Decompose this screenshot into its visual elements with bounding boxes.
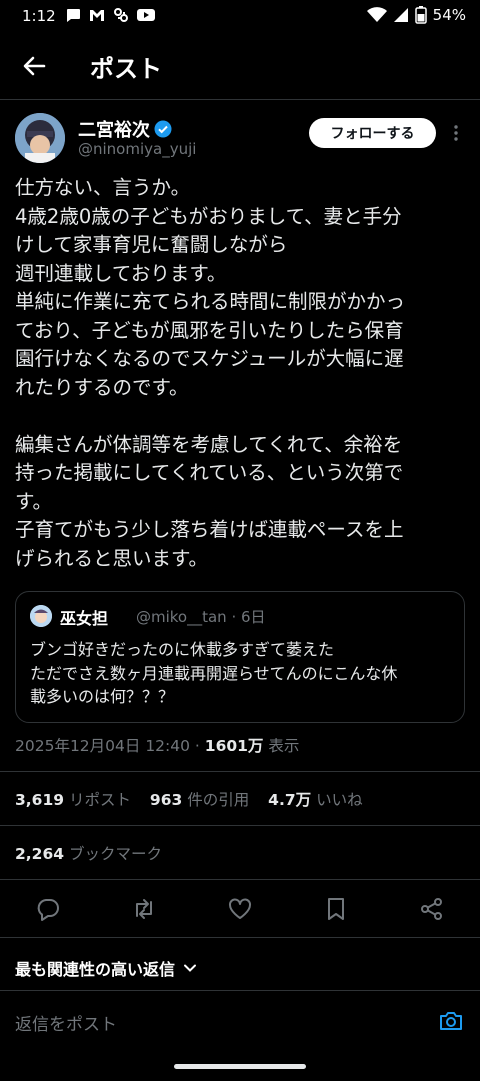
top-bar: ポスト (0, 34, 480, 98)
quote-author-name: 巫女担 (60, 609, 109, 628)
avatar-image (15, 113, 65, 163)
likes-label: いいね (316, 791, 363, 809)
chat-notification-icon (67, 9, 80, 22)
arrow-left-icon (23, 56, 46, 76)
reply-icon (37, 899, 59, 921)
author-name-row[interactable]: 二宮裕次 (78, 116, 172, 142)
battery-icon (414, 6, 427, 24)
reposts-stat[interactable]: 3,619 リポスト (15, 791, 131, 809)
battery-level: 54% (432, 6, 466, 24)
action-bar (0, 884, 480, 934)
quotes-label: 件の引用 (187, 791, 250, 809)
share-button[interactable] (419, 896, 445, 922)
reposts-label: リポスト (68, 791, 131, 809)
repost-button[interactable] (131, 896, 157, 922)
bookmarks-stat[interactable]: 2,264 ブックマーク (15, 842, 162, 864)
reply-sort-dropdown[interactable]: 最も関連性の高い返信 (15, 956, 197, 980)
likes-count: 4.7万 (268, 791, 312, 809)
reposts-count: 3,619 (15, 791, 65, 809)
app-notification-icon (114, 8, 128, 22)
quotes-stat[interactable]: 963 件の引用 (150, 791, 249, 809)
status-bar: 1:12 54% (0, 0, 480, 34)
likes-stat[interactable]: 4.7万 いいね (268, 791, 362, 809)
signal-icon (393, 8, 408, 22)
bookmark-button[interactable] (323, 896, 349, 922)
post-datetime: 2025年12月04日 12:40 · (15, 737, 205, 755)
quotes-count: 963 (149, 791, 183, 809)
reply-button[interactable] (35, 896, 61, 922)
share-icon (421, 898, 442, 920)
actions-divider (0, 937, 480, 938)
meta-divider (0, 771, 480, 772)
camera-button[interactable] (438, 1008, 464, 1034)
more-options-button[interactable] (448, 122, 464, 144)
bookmarks-label: ブックマーク (68, 845, 162, 863)
views-label: 表示 (263, 737, 300, 755)
more-vertical-icon (454, 125, 458, 141)
reply-sort-label: 最も関連性の高い返信 (15, 960, 176, 979)
youtube-icon (137, 9, 155, 21)
notification-icons (64, 6, 156, 24)
camera-icon (440, 1012, 462, 1030)
verified-badge-icon (154, 120, 172, 138)
post-meta: 2025年12月04日 12:40 · 1601万 表示 (15, 734, 299, 756)
author-handle[interactable]: @ninomiya_yuji (78, 140, 196, 158)
quoted-post[interactable]: 巫女担 @miko__tan · 6日 ブンゴ好きだったのに休載多すぎて萎えた … (15, 591, 465, 723)
heart-icon (229, 898, 251, 919)
view-count: 1601万 (204, 737, 264, 755)
author-avatar[interactable] (15, 113, 65, 163)
back-button[interactable] (18, 50, 50, 82)
post-text: 仕方ない、言うか。 4歳2歳0歳の子どもがおりまして、妻と手分 けして家事育児に… (15, 176, 406, 570)
stats-divider (0, 825, 480, 826)
reply-divider (0, 990, 480, 991)
header-divider (0, 99, 480, 100)
repost-icon (136, 899, 152, 919)
page-title: ポスト (90, 55, 162, 83)
reply-input[interactable]: 返信をポスト (15, 1010, 415, 1035)
follow-button[interactable]: フォローする (309, 118, 436, 148)
quote-author-handle: @miko__tan · 6日 (136, 608, 266, 626)
author-name: 二宮裕次 (78, 120, 150, 141)
home-indicator[interactable] (174, 1064, 306, 1069)
chevron-down-icon (184, 964, 197, 972)
system-icons: 54% (366, 6, 466, 24)
gmail-icon (90, 10, 104, 21)
quote-avatar (30, 605, 52, 627)
bookmark-icon (328, 898, 344, 920)
bookmarks-count: 2,264 (15, 845, 65, 863)
like-button[interactable] (227, 896, 253, 922)
quote-avatar-image (30, 605, 52, 627)
quote-text: ブンゴ好きだったのに休載多すぎて萎えた ただでさえ数ヶ月連載再開遅らせてんのにこ… (30, 640, 398, 706)
bookmarks-divider (0, 879, 480, 880)
status-time: 1:12 (22, 7, 56, 25)
wifi-icon (366, 7, 387, 22)
engagement-stats: 3,619 リポスト 963 件の引用 4.7万 いいね (15, 788, 377, 810)
